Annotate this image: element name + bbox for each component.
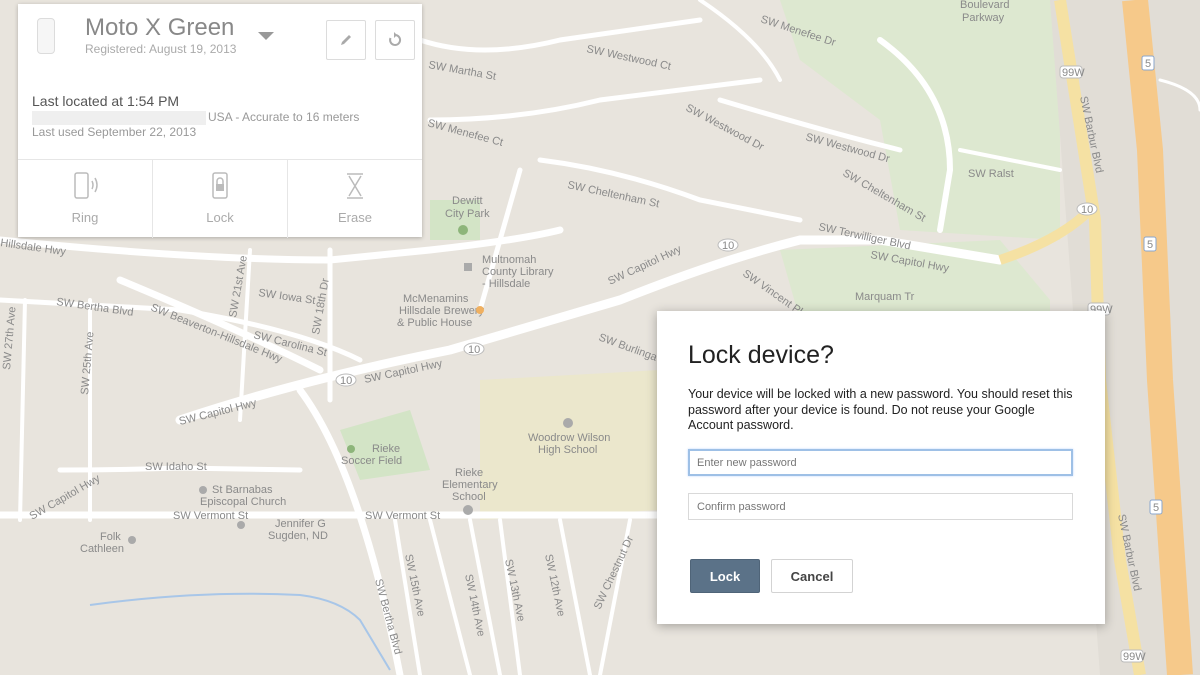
svg-text:5: 5	[1147, 239, 1153, 251]
map-label: High School	[538, 444, 597, 456]
map-label: Episcopal Church	[200, 496, 286, 508]
pencil-icon	[341, 35, 351, 45]
map-label: - Hillsdale	[482, 278, 530, 290]
map-label: Rieke	[372, 443, 400, 455]
map-label: SW Idaho St	[145, 461, 207, 473]
device-dropdown-chevron-down-icon[interactable]	[258, 32, 274, 40]
last-located-time: Last located at 1:54 PM	[32, 93, 180, 109]
ring-phone-icon	[74, 172, 98, 199]
map-label: Boulevard	[960, 0, 1010, 11]
map-label: Folk	[100, 531, 121, 543]
lock-label: Lock	[206, 210, 234, 225]
map-label: SW Ralst	[968, 168, 1014, 180]
cancel-button[interactable]: Cancel	[771, 559, 853, 593]
map-label: Rieke	[455, 467, 483, 479]
route-shield-99w: 99W	[1059, 65, 1085, 79]
rename-device-button[interactable]	[326, 20, 366, 60]
phone-icon	[37, 18, 55, 54]
map-label: Elementary	[442, 479, 498, 491]
location-accuracy: USA - Accurate to 16 meters	[208, 110, 360, 124]
refresh-icon	[389, 32, 402, 46]
school-marker-icon	[563, 418, 573, 428]
lock-phone-icon	[212, 172, 228, 199]
confirm-password-input[interactable]	[688, 493, 1073, 520]
map-label: Jennifer G	[275, 518, 326, 530]
place-marker-icon	[237, 521, 245, 529]
svg-text:10: 10	[1081, 204, 1093, 216]
ring-action-button[interactable]: Ring	[18, 160, 153, 238]
route-shield-99w: 99W	[1120, 649, 1146, 663]
device-card: Moto X Green Registered: August 19, 2013…	[18, 4, 422, 238]
svg-text:5: 5	[1153, 502, 1159, 514]
map-label: Cathleen	[80, 543, 124, 555]
redacted-address	[32, 111, 206, 125]
map-label: Sugden, ND	[268, 530, 328, 542]
interstate-shield-5: 5	[1141, 55, 1155, 71]
map-label: Multnomah	[482, 254, 536, 266]
map-label: & Public House	[397, 317, 472, 329]
library-marker-icon	[464, 263, 472, 271]
park-marker-icon	[458, 225, 468, 235]
device-actions: Ring Lock Erase	[18, 159, 422, 238]
church-marker-icon	[199, 486, 207, 494]
lock-device-dialog: Lock device? Your device will be locked …	[657, 311, 1105, 624]
lock-button[interactable]: Lock	[690, 559, 760, 593]
map-label: McMenamins	[403, 293, 469, 305]
map-label: St Barnabas	[212, 484, 273, 496]
registered-date: Registered: August 19, 2013	[85, 42, 237, 56]
map-label: City Park	[445, 208, 490, 220]
lock-action-button[interactable]: Lock	[153, 160, 288, 238]
svg-text:10: 10	[722, 240, 734, 252]
svg-text:5: 5	[1145, 58, 1151, 70]
device-name: Moto X Green	[85, 14, 235, 41]
map-label: SW Vermont St	[365, 510, 440, 522]
new-password-input[interactable]	[688, 449, 1073, 476]
interstate-shield-5: 5	[1143, 236, 1157, 252]
refresh-location-button[interactable]	[375, 20, 415, 60]
ring-label: Ring	[71, 210, 99, 225]
map-label: Hillsdale Brewery	[399, 305, 484, 317]
place-marker-icon	[128, 536, 136, 544]
map-label: Woodrow Wilson	[528, 432, 610, 444]
map-label: County Library	[482, 266, 554, 278]
map-label: Dewitt	[452, 195, 483, 207]
map-label: SW Vermont St	[173, 510, 248, 522]
map-label: Soccer Field	[341, 455, 402, 467]
map-label: Parkway	[962, 12, 1005, 24]
interstate-shield-5: 5	[1149, 499, 1163, 515]
dialog-title: Lock device?	[688, 341, 834, 369]
erase-phone-icon	[347, 173, 363, 199]
svg-text:10: 10	[468, 344, 480, 356]
last-used-date: Last used September 22, 2013	[32, 125, 197, 139]
restaurant-marker-icon	[476, 306, 484, 314]
school-marker-icon	[463, 505, 473, 515]
park-marker-icon	[347, 445, 355, 453]
map-label: School	[452, 491, 486, 503]
dialog-message: Your device will be locked with a new pa…	[688, 387, 1073, 432]
erase-action-button[interactable]: Erase	[288, 160, 422, 238]
map-label: Marquam Tr	[855, 291, 915, 303]
svg-text:99W: 99W	[1062, 67, 1085, 79]
erase-label: Erase	[338, 210, 372, 225]
svg-text:10: 10	[340, 375, 352, 387]
svg-text:99W: 99W	[1123, 651, 1146, 663]
